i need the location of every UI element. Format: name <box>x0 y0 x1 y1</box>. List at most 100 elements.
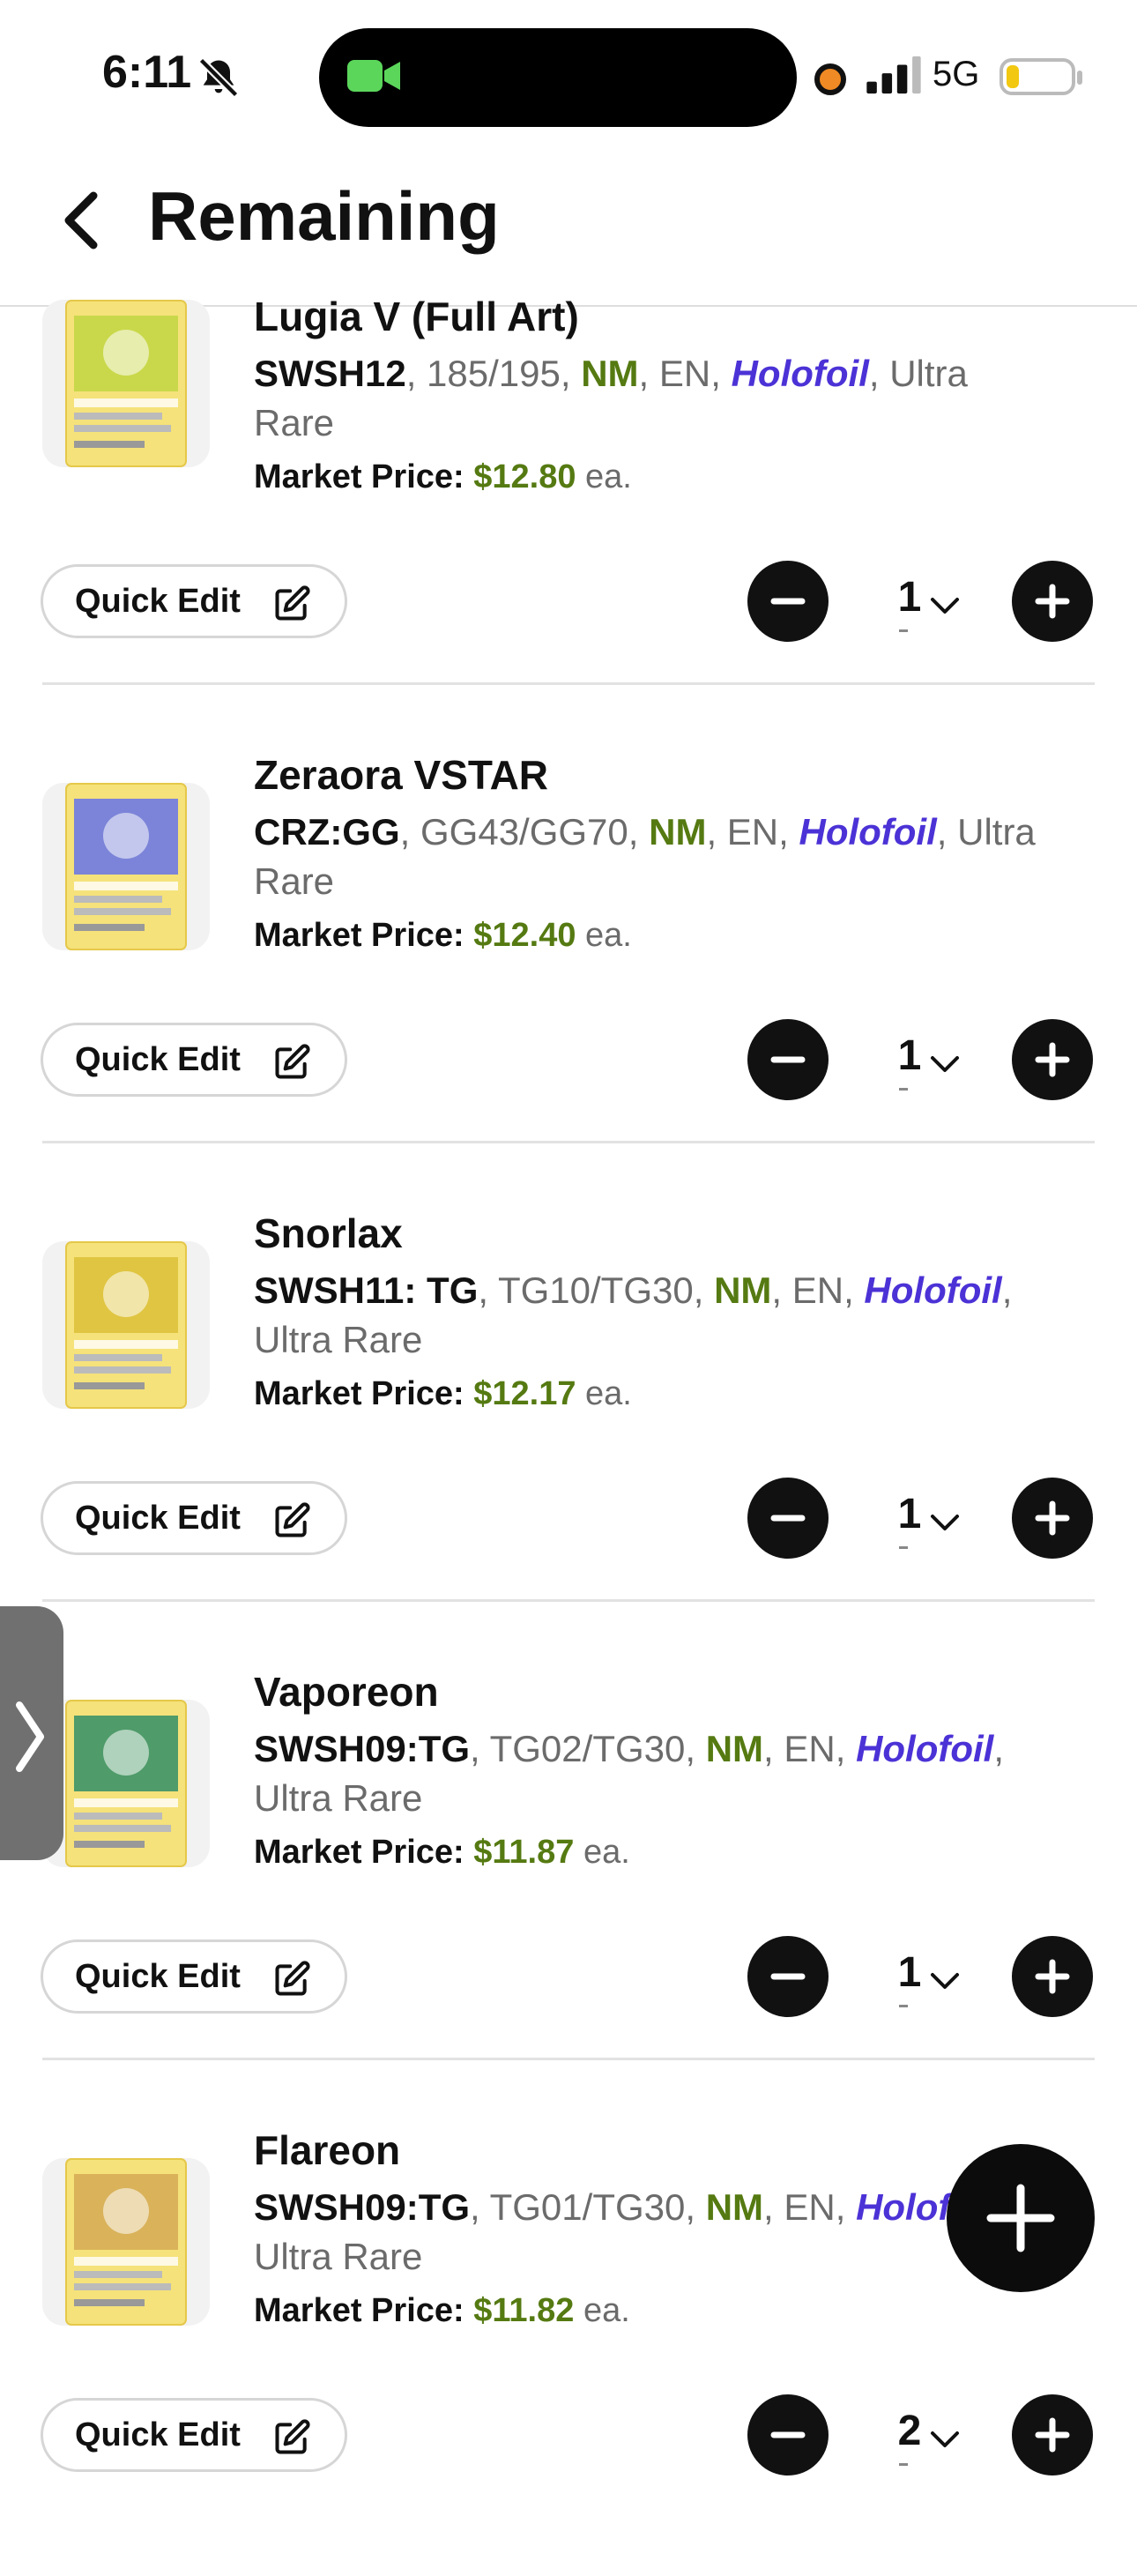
battery-icon <box>1000 58 1075 95</box>
battery-nub <box>1077 71 1082 85</box>
decrease-quantity-button[interactable] <box>747 561 829 642</box>
quantity-value[interactable]: 1 <box>892 1948 927 1997</box>
price-label: Market Price: <box>254 1375 464 1412</box>
decrease-quantity-button[interactable] <box>747 2394 829 2475</box>
quick-edit-button[interactable]: Quick Edit <box>41 2398 347 2472</box>
increase-quantity-button[interactable] <box>1012 1478 1093 1559</box>
quick-edit-label: Quick Edit <box>75 1958 241 1995</box>
status-bar: 6:11 5G <box>0 0 1137 150</box>
increase-quantity-button[interactable] <box>1012 1936 1093 2017</box>
price-suffix: ea. <box>585 1375 632 1412</box>
price-value: $12.80 <box>473 458 576 495</box>
plus-icon <box>1035 1042 1070 1077</box>
decrease-quantity-button[interactable] <box>747 1478 829 1559</box>
card-number: , GG43/GG70, <box>399 811 650 852</box>
chevron-down-icon[interactable] <box>927 592 962 619</box>
bell-muted-icon <box>198 57 239 98</box>
card-condition: NM <box>714 1269 772 1311</box>
card-printing: Holofoil <box>864 1269 1002 1311</box>
card-number: , TG10/TG30, <box>478 1269 715 1311</box>
card-language: , EN, <box>771 1269 865 1311</box>
back-chevron-icon[interactable] <box>58 189 104 252</box>
card-condition: NM <box>649 811 707 852</box>
chevron-down-icon[interactable] <box>927 1509 962 1536</box>
quantity-underline <box>899 629 908 632</box>
page-title: Remaining <box>148 177 500 255</box>
increase-quantity-button[interactable] <box>1012 1019 1093 1100</box>
minus-icon <box>770 1973 806 1980</box>
quantity-value[interactable]: 1 <box>892 1490 927 1538</box>
card-name: Zeraora VSTAR <box>254 752 549 798</box>
card-printing: Holofoil <box>731 353 869 394</box>
price-label: Market Price: <box>254 917 464 954</box>
quick-edit-label: Quick Edit <box>75 1041 241 1078</box>
row-divider <box>42 682 1095 685</box>
card-number: , TG02/TG30, <box>470 1728 706 1769</box>
card-image <box>65 300 187 467</box>
increase-quantity-button[interactable] <box>1012 2394 1093 2475</box>
chevron-down-icon[interactable] <box>927 1051 962 1077</box>
decrease-quantity-button[interactable] <box>747 1936 829 2017</box>
row-divider <box>42 1599 1095 1602</box>
quick-edit-button[interactable]: Quick Edit <box>41 564 347 638</box>
edit-icon <box>275 585 310 621</box>
card-details: SWSH09:TG, TG02/TG30, NM, EN, Holofoil, … <box>254 1724 1047 1823</box>
plus-icon <box>1035 1500 1070 1536</box>
card-language: , EN, <box>706 811 799 852</box>
price-value: $11.87 <box>473 1834 575 1871</box>
quantity-value[interactable]: 2 <box>892 2407 927 2455</box>
card-thumbnail[interactable] <box>42 783 210 950</box>
price-suffix: ea. <box>583 1834 630 1871</box>
plus-icon <box>1035 2417 1070 2453</box>
quantity-value[interactable]: 1 <box>892 573 927 622</box>
card-name: Vaporeon <box>254 1669 439 1715</box>
card-name: Snorlax <box>254 1210 403 1256</box>
price-suffix: ea. <box>585 917 632 954</box>
edit-icon <box>275 1502 310 1537</box>
quick-edit-button[interactable]: Quick Edit <box>41 1481 347 1555</box>
row-divider <box>42 2058 1095 2060</box>
card-thumbnail[interactable] <box>42 1700 210 1867</box>
card-row: Snorlax SWSH11: TG, TG10/TG30, NM, EN, H… <box>0 1201 1137 1659</box>
plus-icon <box>1035 584 1070 619</box>
price-value: $11.82 <box>473 2292 575 2329</box>
chevron-down-icon[interactable] <box>927 2426 962 2453</box>
card-set: SWSH09:TG <box>254 2186 471 2228</box>
price-suffix: ea. <box>583 2292 630 2329</box>
chevron-down-icon[interactable] <box>927 1968 962 1994</box>
card-details: SWSH12, 185/195, NM, EN, Holofoil, Ultra… <box>254 349 1047 448</box>
quick-edit-button[interactable]: Quick Edit <box>41 1939 347 2014</box>
decrease-quantity-button[interactable] <box>747 1019 829 1100</box>
card-details: SWSH11: TG, TG10/TG30, NM, EN, Holofoil,… <box>254 1266 1047 1365</box>
price-label: Market Price: <box>254 1834 464 1871</box>
quantity-value[interactable]: 1 <box>892 1031 927 1080</box>
card-image <box>65 783 187 950</box>
card-name: Flareon <box>254 2127 401 2173</box>
card-set: SWSH11: TG <box>254 1269 479 1311</box>
card-condition: NM <box>705 1728 764 1769</box>
card-set: SWSH09:TG <box>254 1728 471 1769</box>
price-suffix: ea. <box>585 458 632 495</box>
card-image <box>65 1241 187 1409</box>
increase-quantity-button[interactable] <box>1012 561 1093 642</box>
card-thumbnail[interactable] <box>42 1241 210 1409</box>
card-row: Vaporeon SWSH09:TG, TG02/TG30, NM, EN, H… <box>0 1659 1137 2118</box>
edit-icon <box>275 1044 310 1079</box>
recording-indicator <box>814 63 846 95</box>
card-language: , EN, <box>763 1728 857 1769</box>
edit-icon <box>275 1961 310 1996</box>
minus-icon <box>770 1515 806 1522</box>
quick-edit-label: Quick Edit <box>75 2416 241 2453</box>
plus-icon <box>986 2184 1055 2252</box>
quick-edit-button[interactable]: Quick Edit <box>41 1023 347 1097</box>
minus-icon <box>770 2431 806 2438</box>
add-fab-button[interactable] <box>947 2144 1095 2292</box>
card-thumbnail[interactable] <box>42 2158 210 2326</box>
minus-icon <box>770 1056 806 1063</box>
card-printing: Holofoil <box>799 811 937 852</box>
price-label: Market Price: <box>254 2292 464 2329</box>
card-thumbnail[interactable] <box>42 300 210 467</box>
card-details: SWSH09:TG, TG01/TG30, NM, EN, Holofoil, … <box>254 2183 1047 2282</box>
side-drawer-handle[interactable] <box>0 1606 63 1860</box>
card-row: Lugia V (Full Art) SWSH12, 185/195, NM, … <box>0 284 1137 742</box>
